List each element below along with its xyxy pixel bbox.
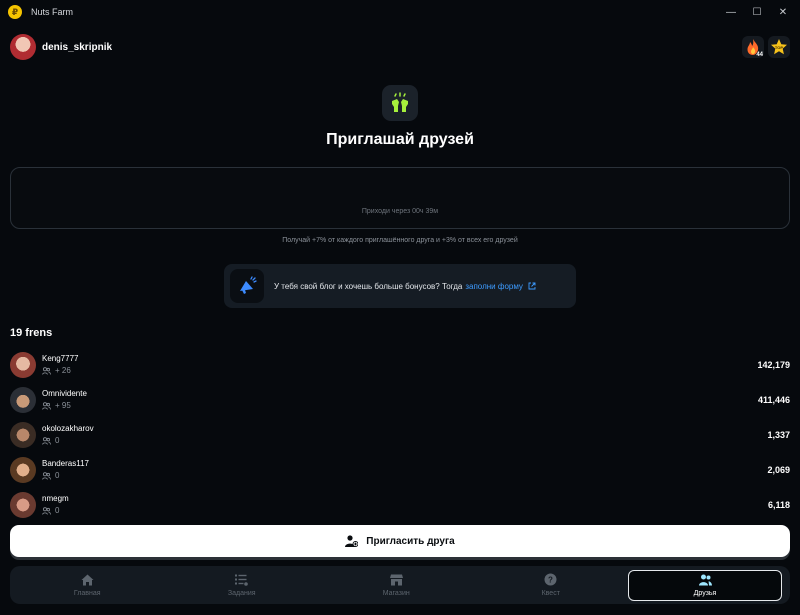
avatar xyxy=(10,386,36,413)
avatar xyxy=(10,351,36,378)
nav-quest[interactable]: ? Квест xyxy=(474,566,629,604)
fren-score: 2,069 xyxy=(767,464,790,475)
star-icon: TOP xyxy=(771,39,787,55)
fren-name: Omnividente xyxy=(42,389,87,398)
high-five-icon xyxy=(382,85,418,121)
list-item[interactable]: Banderas117 0 2,069 xyxy=(10,452,790,487)
nav-shop-label: Магазин xyxy=(382,589,410,597)
bottom-nav: Главная Задания Магазин ? Квест Друзья xyxy=(10,566,790,604)
quest-icon: ? xyxy=(544,573,557,586)
frens-count-title: 19 frens xyxy=(10,327,53,339)
users-icon xyxy=(42,436,51,445)
users-icon xyxy=(42,471,51,480)
header: denis_skripnik 44 TOP xyxy=(10,33,790,61)
user-avatar[interactable] xyxy=(10,34,36,60)
add-user-icon xyxy=(345,535,359,547)
blog-banner-text: У тебя свой блог и хочешь больше бонусов… xyxy=(274,282,536,291)
list-item[interactable]: nmegm 0 6,118 xyxy=(10,487,790,522)
fren-referral-count: + 26 xyxy=(55,366,71,375)
fren-score: 411,446 xyxy=(757,394,790,405)
countdown-text: Приходи через 00ч 39м xyxy=(361,208,439,215)
maximize-button[interactable]: ☐ xyxy=(744,0,770,24)
reward-countdown-box: Приходи через 00ч 39м xyxy=(10,167,790,229)
shop-icon xyxy=(389,574,403,585)
top-badge[interactable]: TOP xyxy=(768,36,790,58)
users-icon xyxy=(42,401,51,410)
fren-referral-count: 0 xyxy=(55,506,60,515)
avatar xyxy=(10,456,36,483)
list-item[interactable]: okolozakharov 0 1,337 xyxy=(10,417,790,452)
window-title: Nuts Farm xyxy=(31,7,74,17)
nav-friends-label: Друзья xyxy=(693,590,717,597)
nav-shop[interactable]: Магазин xyxy=(319,566,474,604)
fren-name: okolozakharov xyxy=(42,424,94,433)
username[interactable]: denis_skripnik xyxy=(42,42,112,53)
blog-banner[interactable]: У тебя свой блог и хочешь больше бонусов… xyxy=(224,264,576,308)
streak-badge[interactable]: 44 xyxy=(742,36,764,58)
app-logo-icon: ₽ xyxy=(8,5,22,19)
nav-home[interactable]: Главная xyxy=(10,566,165,604)
minimize-button[interactable]: — xyxy=(718,0,744,24)
users-icon xyxy=(42,506,51,515)
blog-banner-message: У тебя свой блог и хочешь больше бонусов… xyxy=(274,281,463,291)
fren-referral-count: + 95 xyxy=(55,401,71,410)
fren-name: Banderas117 xyxy=(42,459,89,468)
svg-text:?: ? xyxy=(548,575,553,584)
fren-score: 1,337 xyxy=(767,429,790,440)
streak-count: 44 xyxy=(756,52,763,58)
list-item[interactable]: Keng7777 + 26 142,179 xyxy=(10,347,790,382)
page-title: Приглашай друзей xyxy=(326,131,474,148)
badges: 44 TOP xyxy=(742,36,790,58)
list-item[interactable]: Omnividente + 95 411,446 xyxy=(10,382,790,417)
bonus-info-text: Получай +7% от каждого приглашённого дру… xyxy=(282,237,518,244)
invite-friend-button[interactable]: Пригласить друга xyxy=(10,525,790,557)
nav-quest-label: Квест xyxy=(541,590,560,597)
nav-tasks[interactable]: Задания xyxy=(165,566,320,604)
friends-icon xyxy=(698,574,712,586)
fill-form-link-label: заполни форму xyxy=(465,281,523,291)
external-link-icon xyxy=(528,282,536,289)
fren-score: 142,179 xyxy=(757,359,790,370)
home-icon xyxy=(81,574,94,585)
fren-referral-count: 0 xyxy=(55,471,60,480)
avatar xyxy=(10,491,36,518)
frens-list: Keng7777 + 26 142,179 Omnividente + 95 4… xyxy=(10,347,790,522)
avatar xyxy=(10,421,36,448)
top-label: TOP xyxy=(775,45,783,50)
tasks-icon xyxy=(235,574,249,586)
nav-tasks-label: Задания xyxy=(227,589,256,597)
invite-friend-label: Пригласить друга xyxy=(366,535,455,547)
nav-friends[interactable]: Друзья xyxy=(628,570,782,601)
title-bar: ₽ Nuts Farm — ☐ ✕ xyxy=(0,0,800,24)
fren-score: 6,118 xyxy=(767,499,790,510)
nav-home-label: Главная xyxy=(73,589,101,597)
fill-form-link[interactable]: заполни форму xyxy=(465,282,536,291)
fren-referral-count: 0 xyxy=(55,436,60,445)
megaphone-icon xyxy=(230,269,264,303)
fren-name: Keng7777 xyxy=(42,354,79,363)
fren-name: nmegm xyxy=(42,494,69,503)
window-controls: — ☐ ✕ xyxy=(718,0,796,24)
close-button[interactable]: ✕ xyxy=(770,0,796,24)
users-icon xyxy=(42,366,51,375)
